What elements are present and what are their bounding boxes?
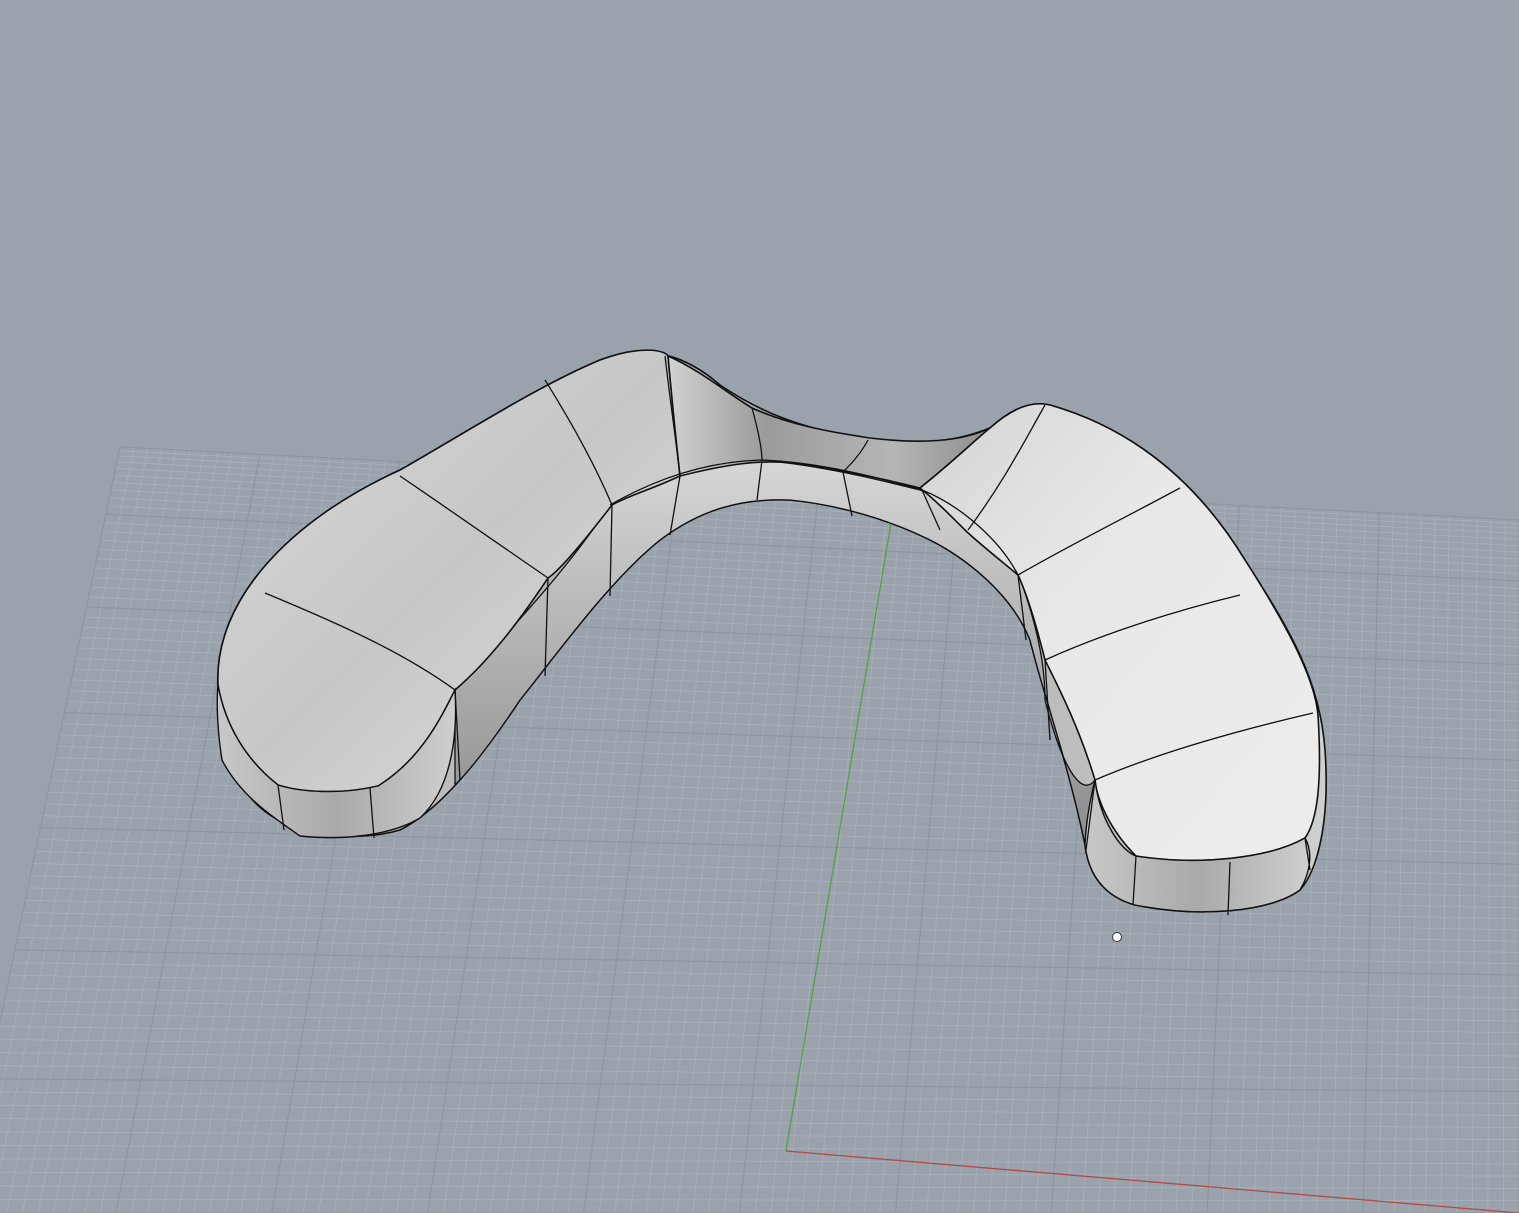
grid-minor-line [1425, 515, 1436, 1213]
grid-minor-line [629, 478, 722, 1213]
grid-minor-line [0, 1158, 1519, 1165]
grid-minor-line [0, 1185, 1519, 1189]
point-object[interactable] [1112, 932, 1122, 942]
grid-minor-line [1440, 516, 1450, 1213]
grid-major-line [1362, 512, 1380, 1213]
grid-minor-line [1471, 517, 1478, 1213]
grid-major-line [0, 1078, 1519, 1093]
grid-minor-line [0, 1118, 1519, 1128]
grid-major-line [738, 483, 821, 1213]
grid-minor-line [1378, 513, 1394, 1213]
grid-minor-line [0, 1065, 1519, 1081]
grid-minor-line [1347, 511, 1366, 1213]
grid-minor-line [1456, 517, 1464, 1213]
grid-minor-line [84, 452, 233, 1213]
grid-minor-line [0, 1144, 1519, 1153]
grid-minor-line [1331, 511, 1352, 1213]
grid-minor-line [0, 1131, 1519, 1140]
grid-minor-line [645, 479, 736, 1213]
grid-minor-line [1393, 514, 1408, 1213]
grid-minor-line [131, 454, 275, 1213]
grid-minor-line [37, 450, 191, 1213]
grid-minor-line [0, 448, 149, 1172]
grid-minor-line [53, 451, 205, 1213]
grid-minor-line [910, 491, 974, 1213]
grid-minor-line [848, 488, 918, 1213]
grid-minor-line [598, 476, 694, 1213]
viewport-canvas[interactable] [0, 0, 1519, 1213]
grid-minor-line [0, 1091, 1519, 1104]
grid-minor-line [1503, 519, 1506, 1213]
grid-major-line [0, 446, 121, 1025]
grid-minor-line [99, 453, 247, 1213]
grid-minor-line [0, 1198, 1519, 1202]
grid-major-line [894, 490, 960, 1213]
right-arm-top-surface[interactable] [918, 403, 1321, 862]
grid-minor-line [941, 492, 1002, 1213]
grid-minor-line [863, 489, 932, 1213]
grid-minor-line [801, 486, 876, 1213]
grid-minor-line [6, 449, 163, 1213]
grid-minor-line [832, 487, 904, 1213]
grid-minor-line [0, 1052, 1519, 1069]
grid-minor-line [785, 485, 862, 1213]
grid-minor-line [1409, 514, 1422, 1213]
mouthguard-polysurface[interactable] [216, 349, 1327, 916]
grid-minor-line [614, 477, 708, 1213]
grid-minor-line [68, 452, 219, 1213]
grid-minor-line [676, 480, 764, 1213]
grid-minor-line [1487, 518, 1492, 1213]
perspective-viewport[interactable] [0, 0, 1519, 1213]
